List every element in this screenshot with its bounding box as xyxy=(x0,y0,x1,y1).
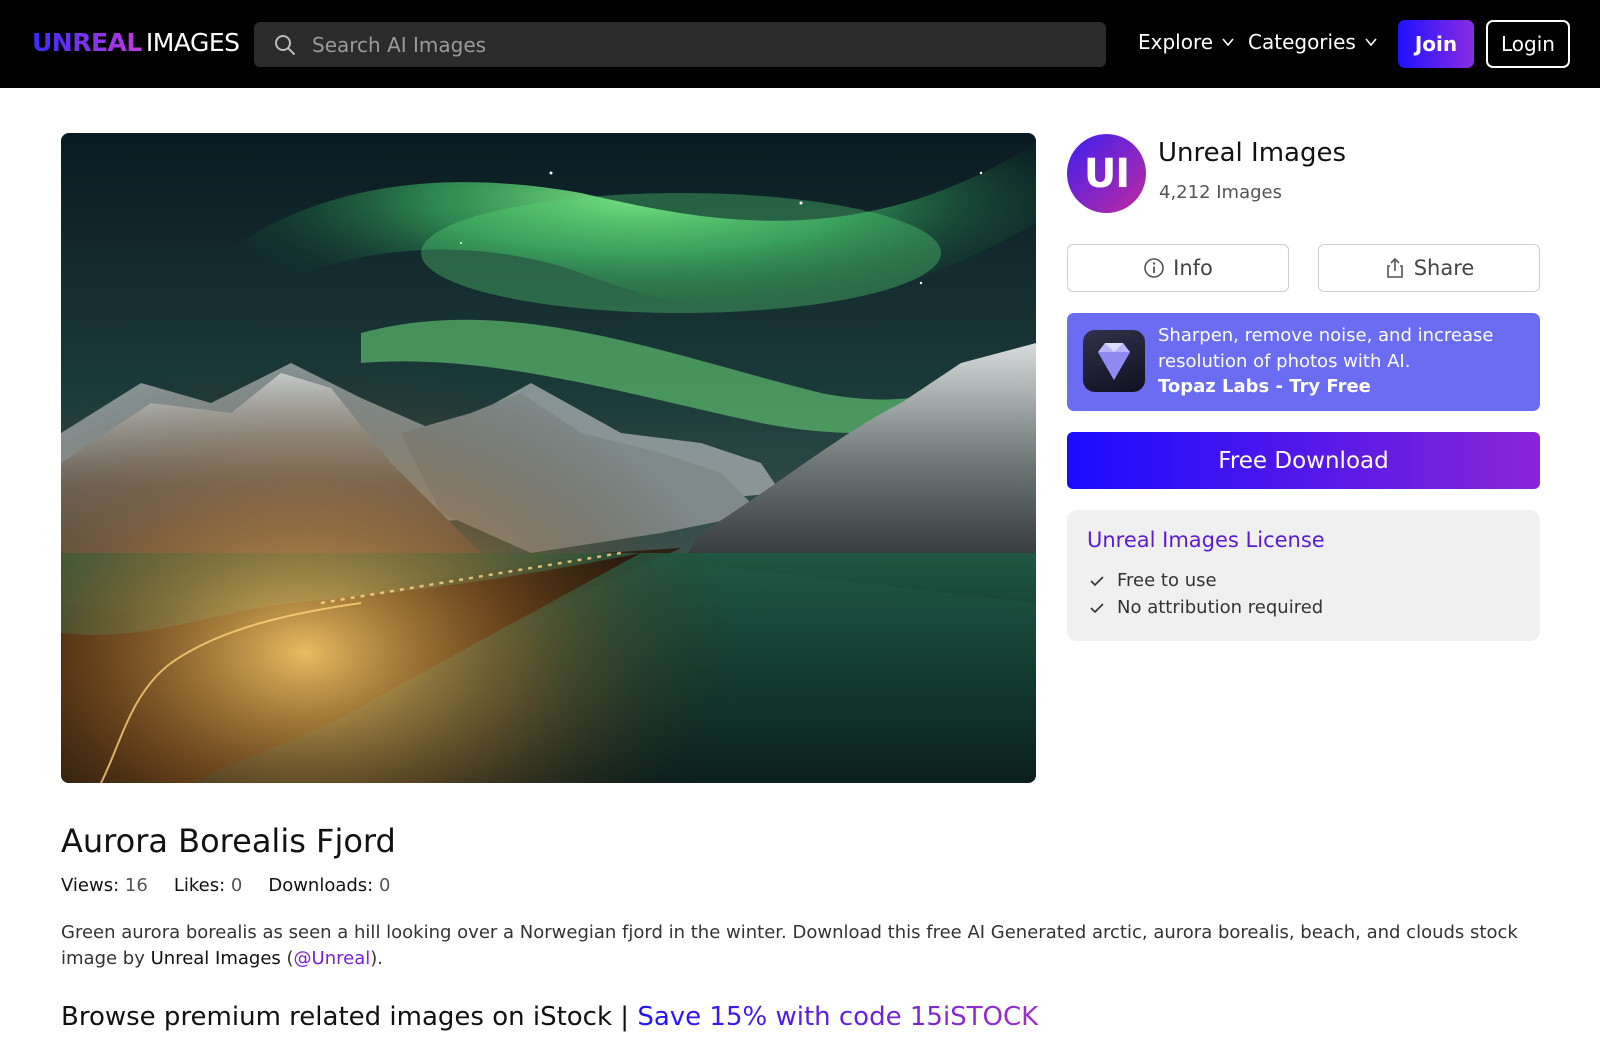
author-name[interactable]: Unreal Images xyxy=(1158,138,1346,168)
nav-categories-label: Categories xyxy=(1248,30,1356,54)
istock-offer-link[interactable]: Save 15% with code 15iSTOCK xyxy=(637,1002,1038,1032)
promo-text: Sharpen, remove noise, and increase reso… xyxy=(1158,325,1494,372)
search-bar xyxy=(254,22,1106,67)
license-item: Free to use xyxy=(1089,570,1217,591)
logo-text-images: IMAGES xyxy=(145,28,240,57)
search-icon xyxy=(275,35,295,55)
login-button[interactable]: Login xyxy=(1486,20,1570,68)
topaz-logo xyxy=(1083,330,1145,392)
free-download-button[interactable]: Free Download xyxy=(1067,432,1540,489)
paren-open: ( xyxy=(286,948,294,969)
check-icon xyxy=(1090,602,1104,613)
istock-lead: Browse premium related images on iStock … xyxy=(61,1002,630,1032)
info-icon xyxy=(1144,258,1164,278)
license-item-label: Free to use xyxy=(1117,570,1217,591)
nav-explore[interactable]: Explore xyxy=(1138,30,1235,54)
likes-count: 0 xyxy=(230,875,243,896)
image-title: Aurora Borealis Fjord xyxy=(61,822,396,860)
istock-promo: Browse premium related images on iStock … xyxy=(61,1002,1038,1032)
author-image-count: 4,212 Images xyxy=(1159,182,1283,203)
check-icon xyxy=(1090,575,1104,586)
aurora-fjord-image xyxy=(61,133,1036,783)
promo-cta-link[interactable]: Topaz Labs - Try Free xyxy=(1158,376,1371,397)
paren-close: ). xyxy=(370,948,383,969)
likes-stat: Likes: 0 xyxy=(173,875,243,896)
join-button[interactable]: Join xyxy=(1398,20,1474,68)
chevron-down-icon xyxy=(1222,38,1234,47)
share-label: Share xyxy=(1413,256,1475,280)
share-button[interactable]: Share xyxy=(1318,244,1540,292)
search-input[interactable] xyxy=(312,22,1092,67)
share-icon xyxy=(1386,257,1403,278)
views-count: 16 xyxy=(124,875,148,896)
diamond-icon xyxy=(1098,343,1130,380)
chevron-down-icon xyxy=(1365,38,1377,47)
image-description: Green aurora borealis as seen a hill loo… xyxy=(61,920,1561,972)
author-handle-link[interactable]: @Unreal xyxy=(294,948,371,969)
top-navbar: UNREALIMAGES Explore Categories Join Log… xyxy=(0,0,1600,88)
downloads-count: 0 xyxy=(378,875,391,896)
site-logo[interactable]: UNREAL IMAGES xyxy=(32,28,240,57)
downloads-stat: Downloads: 0 xyxy=(268,875,391,896)
info-label: Info xyxy=(1173,256,1213,280)
info-button[interactable]: Info xyxy=(1067,244,1289,292)
main-image[interactable] xyxy=(61,133,1036,783)
author-avatar[interactable]: UI xyxy=(1067,134,1146,213)
description-author[interactable]: Unreal Images xyxy=(151,948,281,969)
topaz-promo-banner[interactable]: Sharpen, remove noise, and increase reso… xyxy=(1067,313,1540,411)
license-card: Unreal Images License Free to use No att… xyxy=(1067,510,1540,641)
license-title[interactable]: Unreal Images License xyxy=(1087,528,1325,552)
license-item: No attribution required xyxy=(1089,597,1323,618)
views-stat: Views: 16 xyxy=(61,875,148,896)
nav-explore-label: Explore xyxy=(1138,30,1214,54)
nav-categories[interactable]: Categories xyxy=(1248,30,1378,54)
license-item-label: No attribution required xyxy=(1117,597,1324,618)
logo-text-unreal: UNREAL xyxy=(32,28,142,57)
image-stats: Views: 16 Likes: 0 Downloads: 0 xyxy=(61,875,390,896)
